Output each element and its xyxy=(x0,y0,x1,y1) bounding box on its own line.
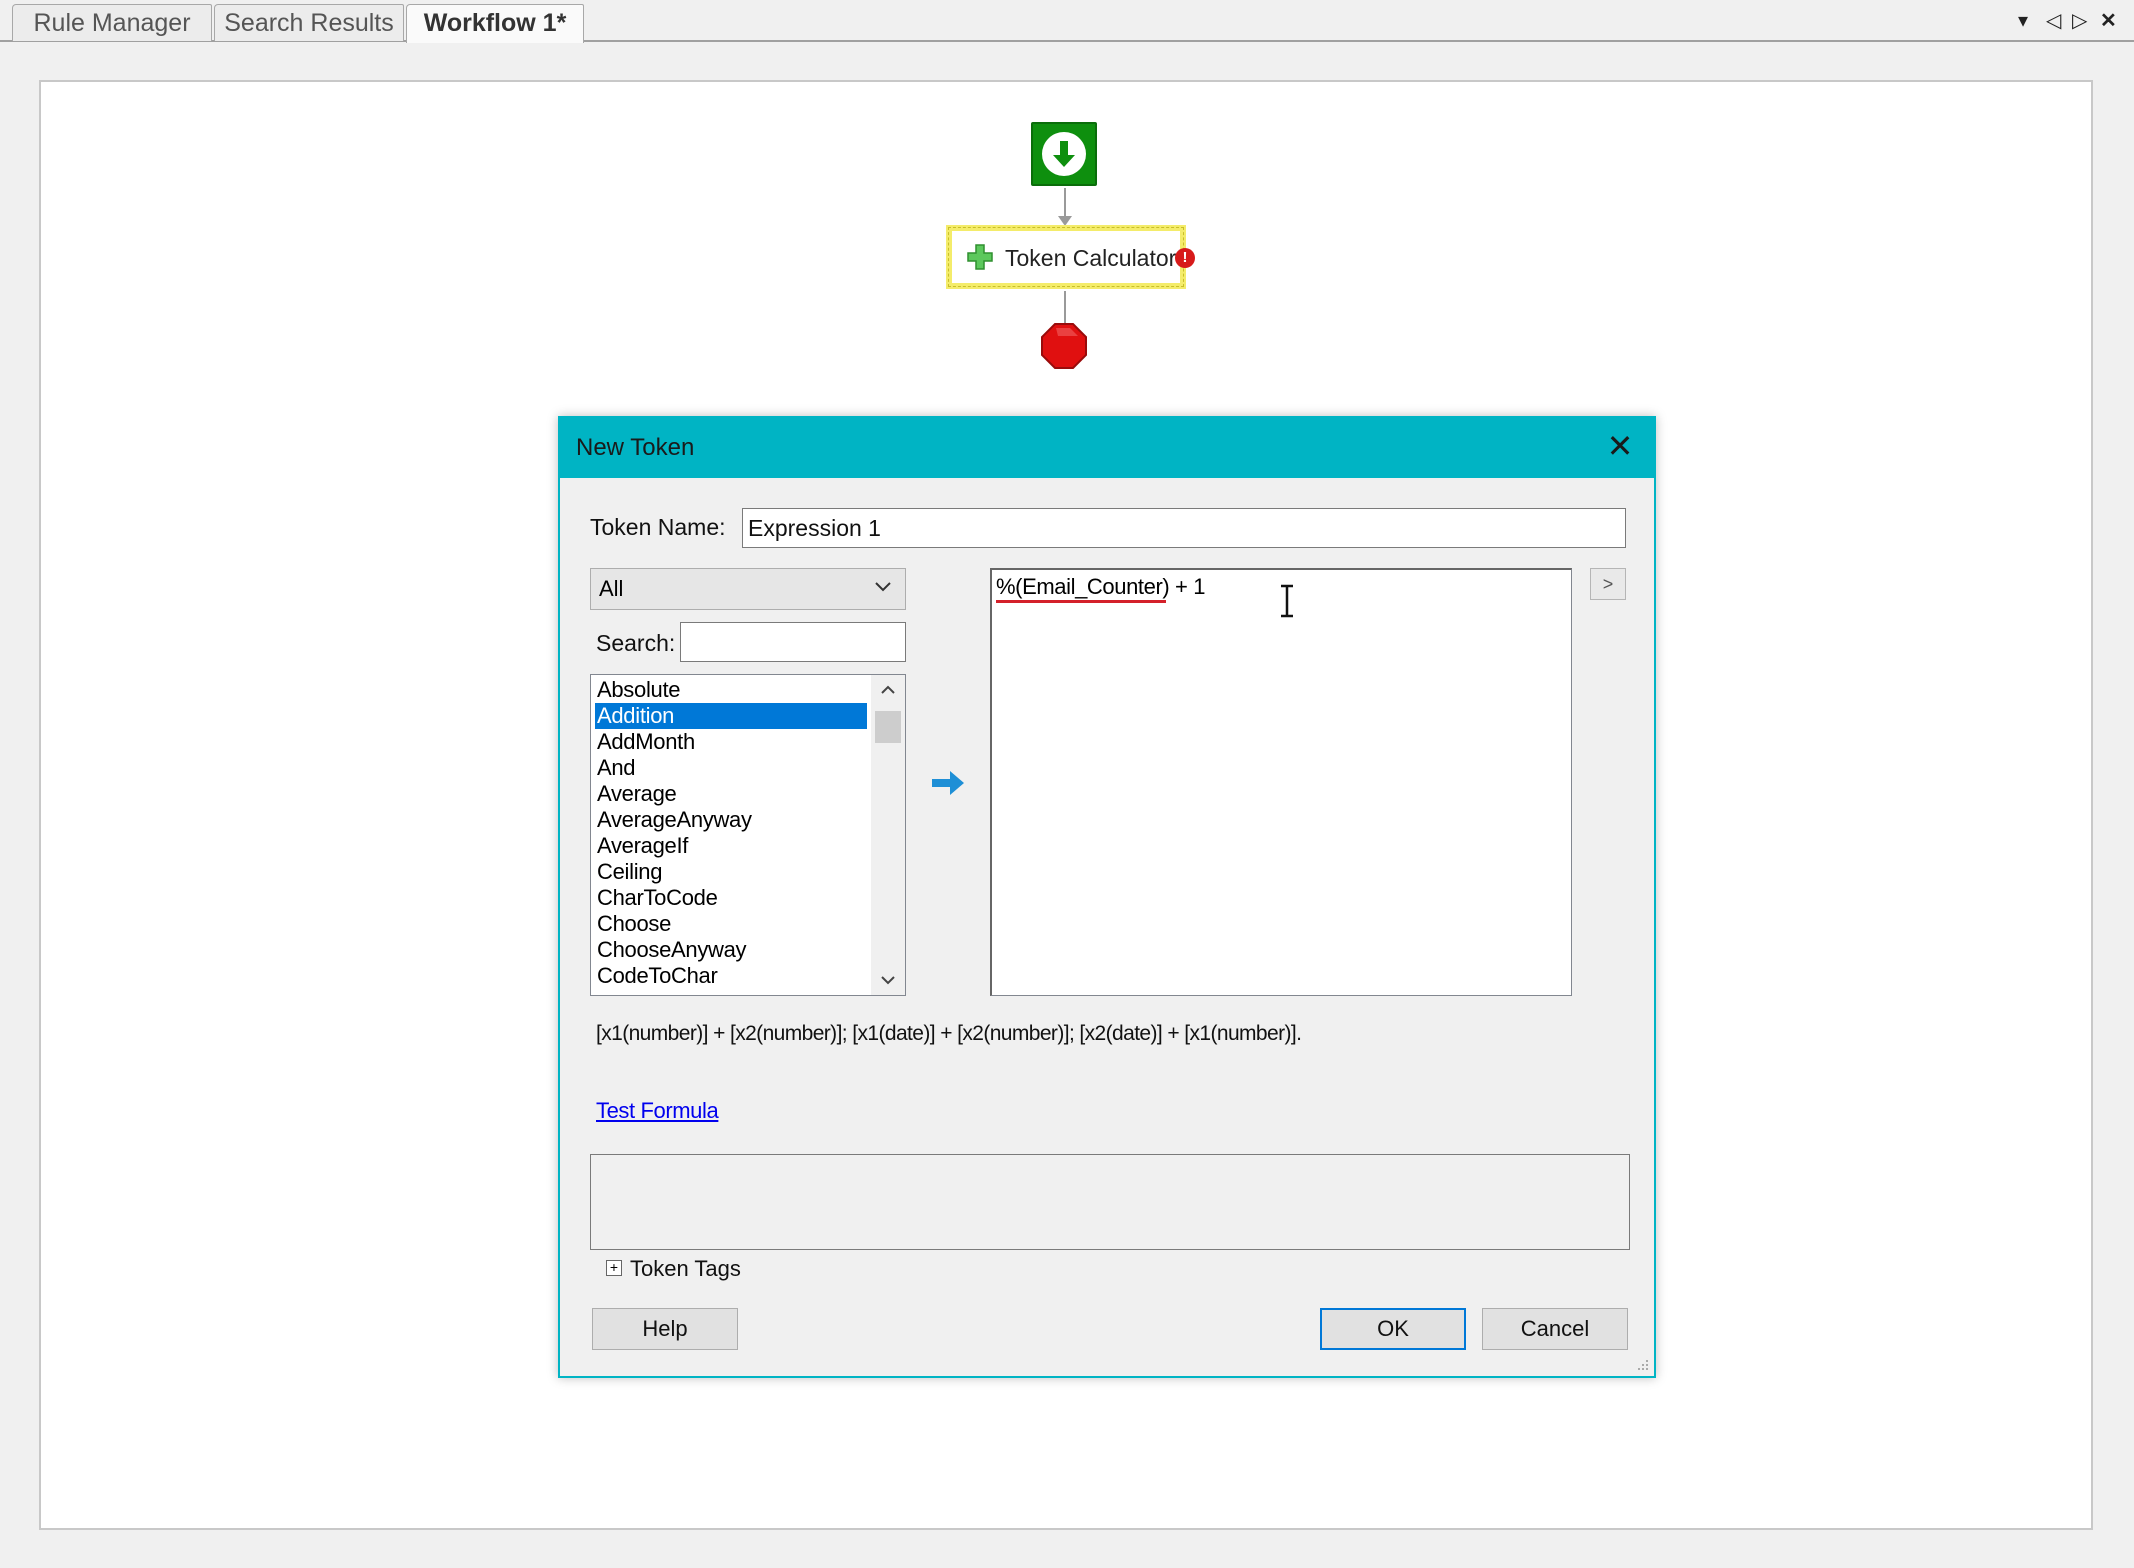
tab-label: Workflow 1* xyxy=(423,9,567,37)
test-formula-link[interactable]: Test Formula xyxy=(596,1098,719,1124)
list-item[interactable]: AverageIf xyxy=(595,833,867,859)
chevron-down-icon xyxy=(875,582,891,592)
scroll-down-icon[interactable] xyxy=(871,965,905,995)
download-circle-icon xyxy=(1042,132,1086,176)
resize-grip-icon[interactable] xyxy=(1636,1358,1650,1372)
token-name-input[interactable] xyxy=(742,508,1626,548)
scroll-up-icon[interactable] xyxy=(871,675,905,705)
cancel-button[interactable]: Cancel xyxy=(1482,1308,1628,1350)
close-icon[interactable]: ✕ xyxy=(1604,430,1636,462)
list-item[interactable]: And xyxy=(595,755,867,781)
error-badge-icon[interactable]: ! xyxy=(1175,248,1195,268)
plus-icon xyxy=(967,244,993,270)
tab-workflow[interactable]: Workflow 1* xyxy=(406,4,584,43)
tab-label: Rule Manager xyxy=(33,9,191,37)
expression-editor[interactable]: %(Email_Counter) + 1 xyxy=(990,568,1572,996)
tab-strip: Rule Manager Search Results Workflow 1* … xyxy=(0,0,2134,43)
help-button[interactable]: Help xyxy=(592,1308,738,1350)
function-list[interactable]: Absolute Addition AddMonth And Average A… xyxy=(590,674,906,996)
search-label: Search: xyxy=(596,630,676,656)
list-item[interactable]: Average xyxy=(595,781,867,807)
tab-close-icon[interactable]: ✕ xyxy=(2100,8,2117,34)
list-item[interactable]: ChooseAnyway xyxy=(595,937,867,963)
new-token-dialog: New Token ✕ Token Name: All Search: Abso… xyxy=(558,416,1656,1378)
stop-octagon-icon[interactable] xyxy=(1040,322,1088,370)
tab-prev-icon[interactable]: ◁ xyxy=(2046,8,2061,34)
arrow-right-icon[interactable] xyxy=(930,768,966,798)
token-name-label: Token Name: xyxy=(590,514,726,540)
list-item[interactable]: AverageAnyway xyxy=(595,807,867,833)
scroll-thumb[interactable] xyxy=(875,711,901,743)
node-label: Token Calculator xyxy=(1005,245,1177,271)
syntax-hint: [x1(number)] + [x2(number)]; [x1(date)] … xyxy=(596,1022,1302,1045)
list-item[interactable]: CharToCode xyxy=(595,885,867,911)
expand-plus-icon[interactable]: + xyxy=(606,1260,622,1276)
tab-next-icon[interactable]: ▷ xyxy=(2072,8,2087,34)
start-node[interactable] xyxy=(1031,122,1097,186)
expression-token: %(Email_Counter) xyxy=(996,574,1170,599)
ok-button[interactable]: OK xyxy=(1320,1308,1466,1350)
test-result-box xyxy=(590,1154,1630,1250)
token-calculator-node[interactable]: Token Calculator xyxy=(946,225,1186,289)
list-item[interactable]: Ceiling xyxy=(595,859,867,885)
tab-label: Search Results xyxy=(224,9,394,37)
expand-button[interactable]: > xyxy=(1590,568,1626,600)
search-input[interactable] xyxy=(680,622,906,662)
list-scrollbar[interactable] xyxy=(871,675,905,995)
list-item[interactable]: CodeToChar xyxy=(595,963,867,989)
tab-rule-manager[interactable]: Rule Manager xyxy=(12,4,212,41)
token-tags-label[interactable]: Token Tags xyxy=(630,1256,741,1282)
list-item[interactable]: Choose xyxy=(595,911,867,937)
list-item[interactable]: Absolute xyxy=(595,677,867,703)
expression-rest: + 1 xyxy=(1169,574,1206,599)
list-item[interactable]: AddMonth xyxy=(595,729,867,755)
category-select[interactable]: All xyxy=(590,568,906,610)
connector-line xyxy=(1064,291,1066,325)
dialog-title-bar[interactable]: New Token ✕ xyxy=(560,418,1654,478)
spellcheck-underline xyxy=(996,600,1166,603)
expression-text: %(Email_Counter) + 1 xyxy=(996,574,1205,600)
tab-search-results[interactable]: Search Results xyxy=(214,4,404,41)
tab-dropdown-icon[interactable]: ▾ xyxy=(2018,8,2028,34)
list-item-selected[interactable]: Addition xyxy=(595,703,867,729)
category-value: All xyxy=(599,576,624,601)
dialog-title: New Token xyxy=(576,434,695,461)
text-cursor-icon xyxy=(1281,584,1293,618)
